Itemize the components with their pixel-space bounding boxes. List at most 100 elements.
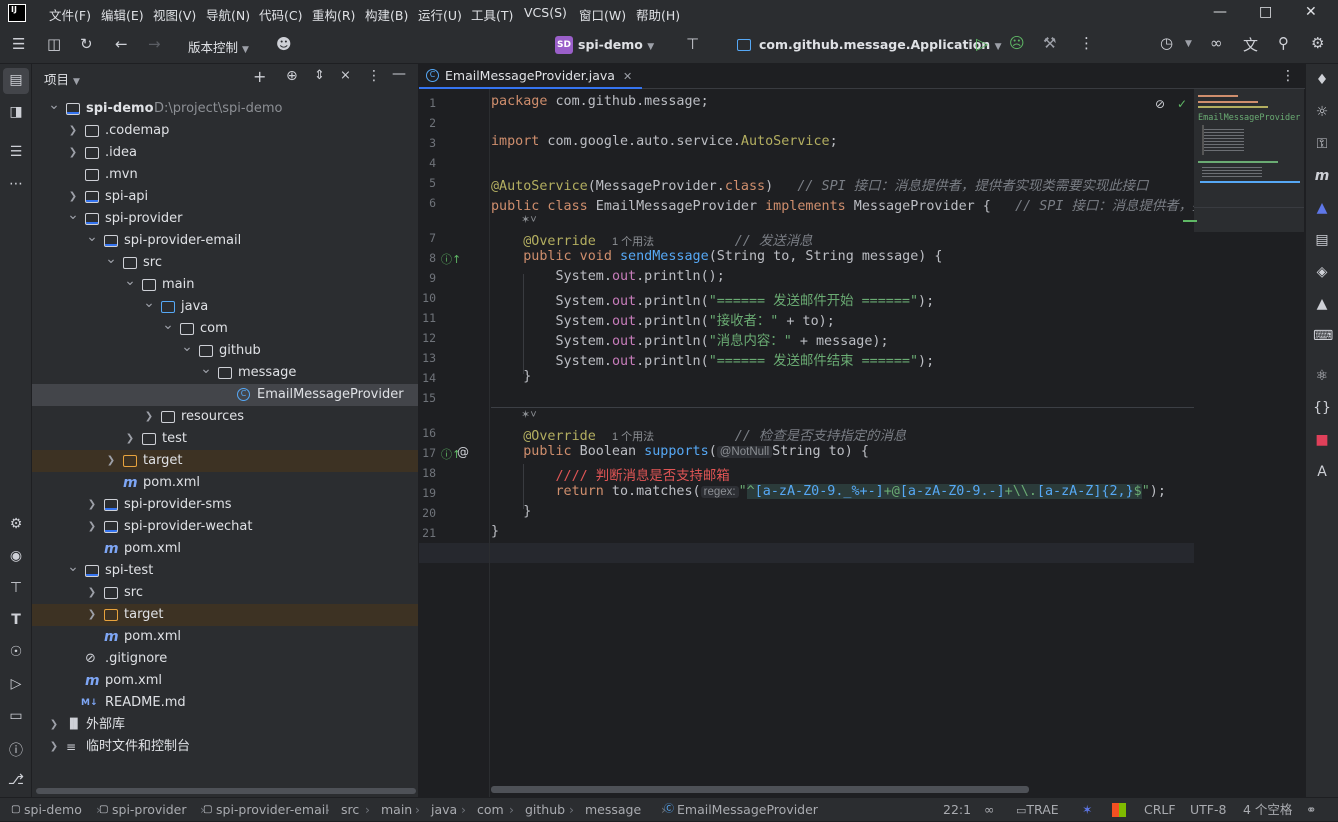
editor-horizontal-scrollbar[interactable] [491, 786, 1029, 793]
add-user-icon[interactable]: ☻ [276, 35, 292, 53]
menu-tools[interactable]: 工具(T) [471, 5, 513, 24]
tree-row[interactable]: ❯ spi-api [32, 186, 418, 208]
tree-row[interactable]: ⌄ com [32, 317, 418, 340]
menu-view[interactable]: 视图(V) [153, 5, 196, 24]
breadcrumb-item[interactable]: EmailMessageProvider [677, 798, 818, 821]
menu-file[interactable]: 文件(F) [49, 5, 91, 24]
tree-row[interactable]: ❯ .idea [32, 142, 418, 164]
debug-icon[interactable]: ☹ [1009, 34, 1025, 52]
chevron-right-icon[interactable]: ❯ [124, 428, 136, 450]
chevron-right-icon[interactable]: ❯ [86, 494, 98, 516]
hide-panel-icon[interactable]: — [392, 66, 406, 82]
chevron-down-icon[interactable]: ⌄ [105, 248, 117, 270]
tree-row[interactable]: ❯ test [32, 428, 418, 450]
build-hammer-icon[interactable]: ⊤ [7, 580, 25, 596]
plugin-red-icon[interactable]: ■ [1313, 432, 1331, 448]
keyboard-icon[interactable]: ⌨ [1313, 328, 1333, 344]
database-icon[interactable]: ⚿ [1313, 136, 1331, 152]
maven-icon[interactable]: m [1313, 168, 1331, 184]
run-circle-icon[interactable]: ▷ [7, 676, 25, 692]
json-icon[interactable]: {} [1313, 400, 1331, 416]
chevron-right-icon[interactable]: ❯ [86, 604, 98, 626]
chevron-right-icon[interactable]: ❯ [86, 582, 98, 604]
document-icon[interactable]: ▤ [1313, 232, 1331, 248]
build-icon[interactable]: ⚒ [1043, 34, 1056, 52]
problems-icon[interactable]: ⓘ [7, 740, 25, 760]
main-menu-icon[interactable]: ☰ [12, 35, 25, 53]
annotation-marker-icon[interactable]: @ [457, 445, 469, 459]
collapse-all-icon[interactable]: ⨯ [340, 68, 351, 83]
services-icon[interactable]: ◉ [7, 548, 25, 564]
tree-row[interactable]: m pom.xml [32, 626, 418, 648]
indent-setting[interactable]: 4 个空格 [1243, 798, 1292, 821]
tree-row[interactable]: M↓ README.md [32, 692, 418, 714]
tree-row[interactable]: ❯ target [32, 604, 418, 626]
breadcrumb-item[interactable]: spi-provider [112, 798, 187, 821]
font-icon[interactable]: A [1313, 464, 1331, 480]
breadcrumb-item[interactable]: main [381, 798, 412, 821]
tab-close-icon[interactable]: ✕ [623, 70, 632, 83]
tree-row[interactable]: C EmailMessageProvider [32, 384, 418, 406]
tree-row[interactable]: ⌄ github [32, 339, 418, 362]
breadcrumb-item[interactable]: src [341, 798, 359, 821]
chevron-right-icon[interactable]: ❯ [86, 516, 98, 538]
maximize-icon[interactable]: □ [1259, 4, 1272, 20]
ai-chat-icon[interactable]: ☼ [1313, 104, 1331, 120]
locate-icon[interactable]: ⊕ [286, 68, 298, 84]
tree-row[interactable]: ⌄ main [32, 273, 418, 296]
options-icon[interactable]: ⋮ [367, 68, 381, 84]
run-config-selector[interactable]: com.github.message.Application ▼ [759, 37, 1001, 52]
chevron-down-icon[interactable]: ⌄ [67, 204, 79, 226]
menu-code[interactable]: 代码(C) [259, 5, 302, 24]
reader-mode-icon[interactable]: ⊘ [1155, 97, 1165, 111]
tree-row[interactable]: m pom.xml [32, 538, 418, 560]
menu-run[interactable]: 运行(U) [418, 5, 462, 24]
file-encoding[interactable]: UTF-8 [1190, 798, 1226, 821]
save-icon[interactable]: ◫ [47, 35, 61, 53]
tree-row[interactable]: ⌄ spi-test [32, 559, 418, 582]
project-panel-title[interactable]: 项目 ▼ [44, 69, 80, 88]
chevron-down-icon[interactable]: ⌄ [86, 226, 98, 248]
breadcrumb-item[interactable]: com [477, 798, 504, 821]
chevron-right-icon[interactable]: ❯ [48, 714, 60, 736]
tree-row[interactable]: ⌄ java [32, 295, 418, 318]
add-icon[interactable]: + [253, 67, 266, 86]
breadcrumb-item[interactable]: java [431, 798, 457, 821]
chevron-down-icon[interactable]: ⌄ [124, 270, 136, 292]
chevron-right-icon[interactable]: ❯ [67, 120, 79, 142]
back-icon[interactable]: ← [115, 35, 128, 53]
sync-icon[interactable]: ↻ [80, 35, 93, 53]
close-icon[interactable]: ✕ [1305, 4, 1317, 20]
forward-icon[interactable]: → [148, 35, 161, 53]
hierarchy-icon[interactable]: ⚛ [1313, 368, 1331, 384]
app-logo-icon[interactable]: IJ [8, 4, 26, 22]
tree-row[interactable]: ⊘ .gitignore [32, 648, 418, 670]
chevron-down-icon[interactable]: ⌄ [67, 556, 79, 578]
search-icon[interactable]: ⚲ [1278, 34, 1289, 52]
cursor-position[interactable]: 22:1 [943, 798, 971, 821]
eye-icon[interactable]: ☉ [7, 644, 25, 660]
tab-options-icon[interactable]: ⋮ [1281, 68, 1295, 84]
ai-assistant-icon[interactable]: ∞ [1210, 34, 1223, 52]
tree-row[interactable]: ❯ resources [32, 406, 418, 428]
chevron-down-icon[interactable]: ▼ [1185, 39, 1192, 49]
tree-row[interactable]: ⌄ src [32, 251, 418, 274]
tree-row[interactable]: ❯ ≡ 临时文件和控制台 [32, 736, 418, 758]
minimap[interactable]: EmailMessageProvider [1194, 89, 1304, 232]
menu-help[interactable]: 帮助(H) [636, 5, 680, 24]
translate-icon[interactable]: 文 [1243, 34, 1258, 55]
trae-plugin[interactable]: ▭TRAE [1016, 798, 1059, 822]
debug-bug-icon[interactable]: ⚙ [7, 516, 25, 532]
chevron-down-icon[interactable]: ⌄ [48, 94, 60, 116]
tree-row[interactable]: .mvn [32, 164, 418, 186]
breadcrumb-item[interactable]: spi-provider-email [216, 798, 329, 821]
hammer-icon[interactable]: ⊤ [686, 35, 699, 53]
chevron-right-icon[interactable]: ❯ [48, 736, 60, 758]
usages-hint[interactable]: 1 个用法 [612, 236, 654, 248]
breadcrumb-item[interactable]: spi-demo [24, 798, 82, 821]
menu-window[interactable]: 窗口(W) [579, 5, 626, 24]
tree-row[interactable]: m pom.xml [32, 670, 418, 692]
ai-plugin-icon[interactable]: ✶ [1082, 798, 1092, 821]
plugin-triangle-icon[interactable]: ▲ [1313, 200, 1331, 216]
tree-row[interactable]: ⌄ spi-provider-email [32, 229, 418, 252]
